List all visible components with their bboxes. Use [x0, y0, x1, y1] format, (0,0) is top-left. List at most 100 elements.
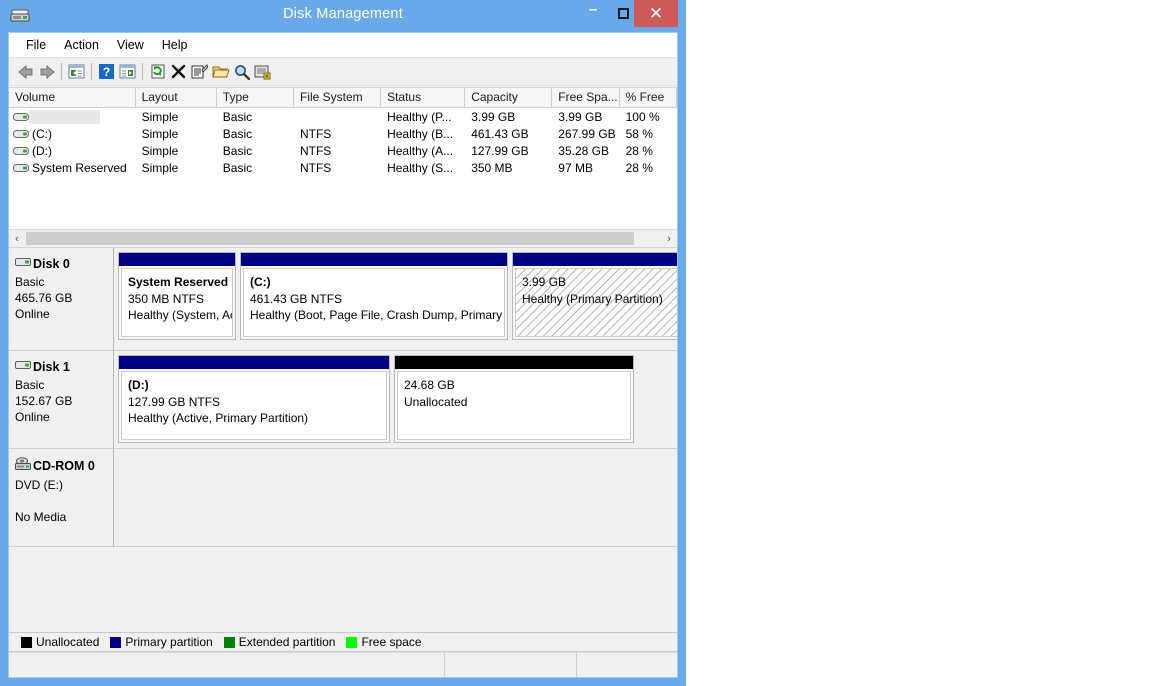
partition-bar — [119, 253, 235, 266]
legend: Unallocated Primary partition Extended p… — [9, 632, 677, 652]
disk-1-title: Disk 1 — [33, 359, 70, 374]
partition-unallocated[interactable]: 24.68 GB Unallocated — [394, 355, 634, 443]
volume-list-horizontal-scrollbar[interactable]: ‹ › — [9, 229, 677, 247]
back-icon[interactable] — [15, 61, 36, 82]
graphical-disk-view: Disk 0 Basic 465.76 GB Online System Res… — [9, 248, 677, 632]
cell-file-system: NTFS — [299, 126, 332, 141]
minimize-icon: – — [588, 1, 598, 18]
delete-icon[interactable] — [168, 61, 189, 82]
cdrom-0-title: CD-ROM 0 — [33, 458, 95, 473]
table-row[interactable]: System Reserved Simple Basic NTFS Health… — [9, 159, 677, 176]
table-row[interactable]: (D:) Simple Basic NTFS Healthy (A... 127… — [9, 142, 677, 159]
close-button[interactable]: ✕ — [634, 0, 678, 27]
partition-d[interactable]: (D:) 127.99 GB NTFS Healthy (Active, Pri… — [118, 355, 390, 443]
hard-disk-icon — [13, 145, 29, 157]
partition-body: (D:) 127.99 GB NTFS Healthy (Active, Pri… — [121, 371, 387, 440]
menu-help[interactable]: Help — [153, 36, 197, 54]
volume-list-panel: Volume Layout Type File System Status Ca… — [9, 87, 677, 248]
partition-size: 461.43 GB NTFS — [250, 291, 343, 306]
legend-label-unallocated: Unallocated — [36, 635, 100, 649]
disk-info-disk-0[interactable]: Disk 0 Basic 465.76 GB Online — [9, 248, 114, 350]
show-hide-action-pane-icon[interactable] — [117, 61, 138, 82]
cell-volume: (C:) — [9, 127, 136, 141]
cell-layout: Simple — [141, 109, 179, 124]
legend-unallocated: Unallocated — [21, 635, 99, 649]
properties-icon[interactable] — [189, 61, 210, 82]
minimize-button[interactable]: – — [578, 0, 608, 27]
partition-body: (C:) 461.43 GB NTFS Healthy (Boot, Page … — [243, 268, 505, 337]
cell-capacity: 350 MB — [471, 160, 513, 175]
column-header-capacity[interactable]: Capacity — [465, 88, 553, 107]
rescan-disks-icon[interactable] — [252, 61, 273, 82]
legend-swatch-unallocated — [21, 636, 32, 648]
show-hide-console-tree-icon[interactable] — [66, 61, 87, 82]
cell-volume-label: System Reserved — [32, 160, 127, 175]
cell-volume-label: (C:) — [32, 126, 52, 141]
disk-row-disk-1[interactable]: Disk 1 Basic 152.67 GB Online (D:) 127.9… — [9, 351, 677, 449]
column-header-percent-free[interactable]: % Free — [620, 88, 677, 107]
cell-volume: System Reserved — [9, 161, 136, 175]
status-bar — [9, 652, 677, 677]
forward-icon[interactable] — [36, 61, 57, 82]
disk-info-disk-1[interactable]: Disk 1 Basic 152.67 GB Online — [9, 351, 114, 448]
column-header-type[interactable]: Type — [217, 88, 294, 107]
cell-volume: (D:) — [9, 144, 136, 158]
cell-type: Basic — [222, 143, 253, 158]
scroll-left-icon[interactable]: ‹ — [9, 231, 25, 247]
cell-volume-label: (D:) — [32, 143, 52, 158]
partition-label: System Reserved — [128, 275, 229, 289]
close-icon: ✕ — [648, 4, 664, 23]
toolbar-separator — [91, 63, 92, 80]
help-icon[interactable]: ? — [96, 61, 117, 82]
cell-volume — [9, 109, 136, 124]
partition-c[interactable]: (C:) 461.43 GB NTFS Healthy (Boot, Page … — [240, 252, 508, 340]
menu-view[interactable]: View — [108, 36, 153, 54]
column-header-layout[interactable]: Layout — [136, 88, 217, 107]
cell-percent-free: 28 % — [625, 143, 653, 158]
table-row[interactable]: Simple Basic Healthy (P... 3.99 GB 3.99 … — [9, 108, 677, 125]
disk-0-title-row: Disk 0 — [15, 256, 113, 271]
scrollbar-thumb[interactable] — [26, 232, 634, 245]
column-header-free-space[interactable]: Free Spa... — [552, 88, 620, 107]
open-folder-icon[interactable] — [210, 61, 231, 82]
status-pane-3 — [577, 653, 677, 677]
search-icon[interactable] — [231, 61, 252, 82]
disk-row-cdrom-0[interactable]: CD-ROM 0 DVD (E:) No Media — [9, 449, 677, 547]
cell-free-space: 97 MB — [558, 160, 593, 175]
cdrom-empty-area — [118, 453, 658, 541]
partition-system-reserved[interactable]: System Reserved 350 MB NTFS Healthy (Sys… — [118, 252, 236, 340]
disk-0-status: Online — [15, 307, 50, 321]
legend-swatch-primary-partition — [110, 636, 122, 648]
cell-status: Healthy (A... — [387, 143, 454, 158]
disk-row-disk-0[interactable]: Disk 0 Basic 465.76 GB Online System Res… — [9, 248, 677, 351]
refresh-icon[interactable] — [147, 61, 168, 82]
partition-label: (D:) — [128, 378, 149, 392]
cell-type: Basic — [222, 109, 253, 124]
maximize-icon — [617, 8, 629, 19]
menu-action[interactable]: Action — [55, 36, 108, 54]
title-bar: Disk Management – ✕ — [0, 0, 686, 32]
partition-size: 24.68 GB — [404, 378, 455, 392]
legend-swatch-extended-partition — [223, 636, 235, 648]
partition-size: 127.99 GB NTFS — [128, 394, 221, 409]
disk-info-cdrom-0[interactable]: CD-ROM 0 DVD (E:) No Media — [9, 449, 114, 546]
menu-file[interactable]: File — [17, 36, 55, 54]
column-header-volume[interactable]: Volume — [9, 88, 136, 107]
hard-disk-icon — [15, 256, 31, 271]
cell-type: Basic — [222, 160, 253, 175]
partition-free-space[interactable]: 3.99 GB Healthy (Primary Partition) — [512, 252, 677, 340]
partition-label: (C:) — [250, 275, 271, 289]
column-header-file-system[interactable]: File System — [294, 88, 382, 107]
cell-layout: Simple — [141, 143, 179, 158]
cdrom-0-title-row: CD-ROM 0 — [15, 457, 113, 474]
legend-free-space: Free space — [346, 635, 422, 649]
volume-list-header: Volume Layout Type File System Status Ca… — [9, 87, 677, 108]
hard-disk-icon — [13, 111, 29, 123]
scroll-right-icon[interactable]: › — [661, 231, 677, 247]
table-row[interactable]: (C:) Simple Basic NTFS Healthy (B... 461… — [9, 125, 677, 142]
partition-size: 3.99 GB — [522, 275, 567, 289]
column-header-status[interactable]: Status — [381, 88, 466, 107]
disk-0-partitions: System Reserved 350 MB NTFS Healthy (Sys… — [114, 248, 677, 350]
cell-layout: Simple — [141, 160, 179, 175]
disk-0-size: 465.76 GB — [15, 291, 73, 305]
